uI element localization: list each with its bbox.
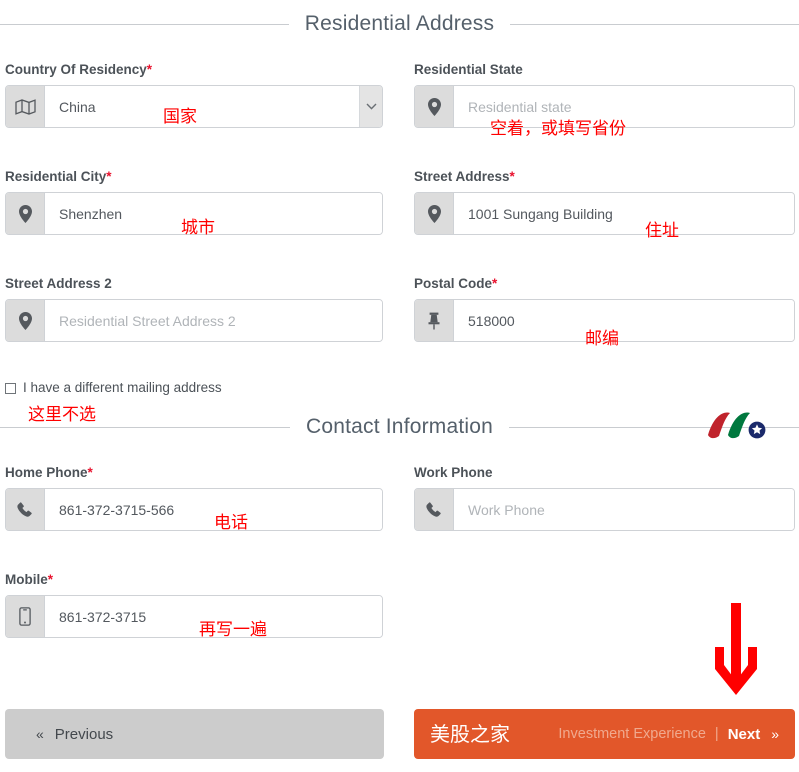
note-postal: 邮编 [585, 329, 619, 349]
site-watermark: 美股之家 [430, 722, 510, 746]
label-text: Country Of Residency [5, 62, 147, 77]
mailing-address-checkbox-row[interactable]: I have a different mailing address [5, 380, 222, 396]
section-header-residential-address: Residential Address [0, 11, 799, 37]
pushpin-icon [415, 300, 454, 341]
field-street-address-2: Street Address 2 Residential Street Addr… [5, 276, 383, 342]
phone-icon [415, 489, 454, 530]
next-button-label: Next [727, 725, 761, 743]
registration-form-page: Residential Address Country Of Residency… [0, 0, 799, 772]
work-phone-input[interactable]: Work Phone [454, 489, 794, 530]
mailing-address-checkbox-label: I have a different mailing address [23, 380, 222, 395]
label-text: Residential State [414, 62, 523, 77]
label-text: Work Phone [414, 465, 493, 480]
note-home-phone: 电话 [214, 513, 248, 533]
next-step-name: Investment Experience [558, 726, 706, 742]
phone-icon [6, 489, 45, 530]
chevron-right-double-icon: » [771, 726, 779, 742]
note-mobile: 再写一遍 [199, 620, 267, 640]
label-text: Postal Code [414, 276, 493, 291]
field-street-address: Street Address* 1001 Sungang Building [414, 169, 795, 235]
broker-logo-icon [706, 409, 768, 441]
location-pin-icon [415, 193, 454, 234]
required-asterisk: * [106, 169, 112, 184]
mobile-icon [6, 596, 45, 637]
note-city: 城市 [181, 218, 215, 238]
next-button-tail: Investment Experience | Next » [558, 726, 779, 743]
label-home-phone: Home Phone* [5, 465, 383, 481]
map-icon [6, 86, 45, 127]
label-country-of-residency: Country Of Residency* [5, 62, 383, 78]
location-pin-icon [6, 193, 45, 234]
checkbox-icon[interactable] [5, 382, 16, 394]
required-asterisk: * [146, 62, 153, 77]
section-rule-left [0, 23, 289, 25]
work-phone-input-wrap[interactable]: Work Phone [414, 488, 795, 531]
location-pin-icon [415, 86, 454, 127]
street-address-input-wrap[interactable]: 1001 Sungang Building [414, 192, 795, 235]
label-text: Street Address [414, 169, 510, 184]
previous-button-label: Previous [54, 725, 114, 743]
chevron-down-icon[interactable] [359, 86, 382, 127]
field-home-phone: Home Phone* 861-372-3715-566 [5, 465, 383, 531]
postal-code-input[interactable]: 518000 [454, 300, 794, 341]
label-residential-state: Residential State [414, 62, 795, 78]
section-title-residential-address: Residential Address [304, 12, 495, 35]
home-phone-input-wrap[interactable]: 861-372-3715-566 [5, 488, 383, 531]
location-pin-icon [6, 300, 45, 341]
street-address-input[interactable]: 1001 Sungang Building [454, 193, 794, 234]
section-rule-right [510, 23, 799, 25]
chevron-left-double-icon: « [36, 726, 44, 742]
red-down-arrow-annotation-icon [703, 603, 769, 695]
street-address-2-input-wrap[interactable]: Residential Street Address 2 [5, 299, 383, 342]
note-country: 国家 [163, 107, 197, 127]
label-mobile: Mobile* [5, 572, 383, 588]
previous-button[interactable]: « Previous [5, 709, 384, 759]
label-text: Residential City [5, 169, 107, 184]
field-work-phone: Work Phone Work Phone [414, 465, 795, 531]
country-value: China [45, 86, 359, 127]
label-residential-city: Residential City* [5, 169, 383, 185]
note-state: 空着，或填写省份 [490, 119, 626, 139]
section-title-contact-information: Contact Information [305, 415, 494, 438]
street-address-2-input[interactable]: Residential Street Address 2 [45, 300, 382, 341]
next-divider: | [714, 726, 719, 742]
mobile-input-wrap[interactable]: 861-372-3715 [5, 595, 383, 638]
required-asterisk: * [87, 465, 93, 480]
section-rule-left [0, 426, 290, 428]
required-asterisk: * [492, 276, 498, 291]
label-postal-code: Postal Code* [414, 276, 795, 292]
next-button[interactable]: 美股之家 Investment Experience | Next » [414, 709, 795, 759]
label-street-address-2: Street Address 2 [5, 276, 383, 292]
label-text: Street Address 2 [5, 276, 112, 291]
required-asterisk: * [47, 572, 54, 587]
label-work-phone: Work Phone [414, 465, 795, 481]
label-street-address: Street Address* [414, 169, 795, 185]
section-header-contact-information: Contact Information [0, 414, 799, 440]
label-text: Home Phone [5, 465, 88, 480]
note-street-address: 住址 [645, 221, 679, 241]
field-mobile: Mobile* 861-372-3715 [5, 572, 383, 638]
label-text: Mobile [5, 572, 48, 587]
required-asterisk: * [509, 169, 515, 184]
